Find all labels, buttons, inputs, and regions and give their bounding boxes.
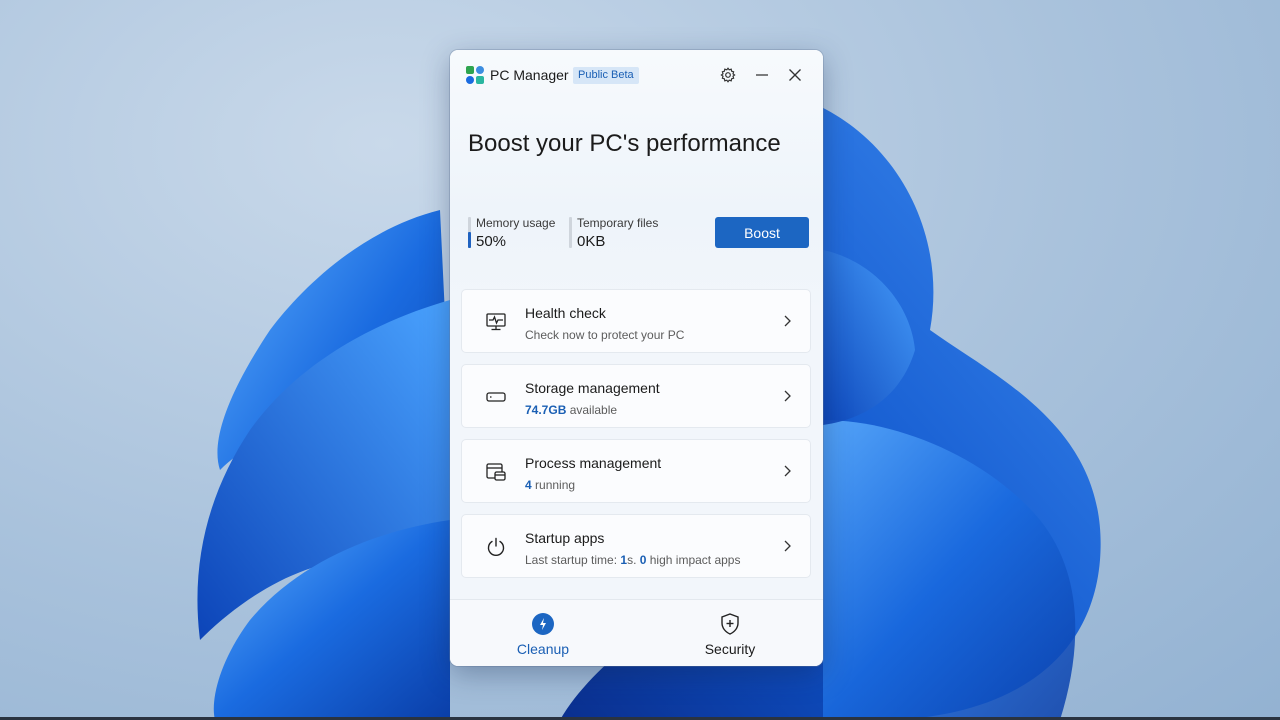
process-running-count: 4 bbox=[525, 478, 532, 492]
process-management-card[interactable]: Process management 4 running bbox=[461, 439, 811, 503]
temporary-files-value: 0KB bbox=[577, 233, 606, 250]
public-beta-badge: Public Beta bbox=[573, 67, 639, 84]
health-check-subtitle: Check now to protect your PC bbox=[525, 328, 685, 342]
minimize-button[interactable] bbox=[750, 63, 774, 87]
lightning-icon bbox=[532, 613, 554, 635]
shield-plus-icon bbox=[721, 613, 739, 635]
monitor-pulse-icon bbox=[486, 313, 506, 331]
page-title: Boost your PC's performance bbox=[468, 130, 781, 157]
nav-cleanup-label: Cleanup bbox=[516, 641, 570, 657]
high-impact-suffix: high impact apps bbox=[646, 553, 741, 567]
nav-cleanup[interactable]: Cleanup bbox=[450, 600, 636, 666]
temporary-files-label: Temporary files bbox=[577, 216, 659, 230]
health-check-title: Health check bbox=[525, 305, 606, 321]
startup-apps-card[interactable]: Startup apps Last startup time: 1s. 0 hi… bbox=[461, 514, 811, 578]
nav-security[interactable]: Security bbox=[637, 600, 823, 666]
memory-usage-value: 50% bbox=[476, 233, 507, 250]
settings-icon bbox=[720, 67, 736, 83]
chevron-right-icon bbox=[784, 390, 791, 402]
process-running-suffix: running bbox=[531, 478, 576, 492]
startup-time-prefix: Last startup time: bbox=[525, 553, 621, 567]
memory-usage-label: Memory usage bbox=[476, 216, 556, 230]
boost-button[interactable]: Boost bbox=[715, 217, 809, 248]
memory-usage-bar-fill bbox=[468, 232, 471, 248]
minimize-icon bbox=[756, 74, 768, 76]
close-button[interactable] bbox=[783, 63, 807, 87]
process-management-subtitle: 4 running bbox=[525, 478, 575, 492]
close-icon bbox=[789, 69, 801, 81]
process-management-title: Process management bbox=[525, 455, 662, 471]
storage-management-title: Storage management bbox=[525, 380, 660, 396]
pc-manager-window: PC Manager Public Beta Boost your PC's p… bbox=[450, 50, 823, 666]
health-check-card[interactable]: Health check Check now to protect your P… bbox=[461, 289, 811, 353]
startup-apps-title: Startup apps bbox=[525, 530, 605, 546]
power-icon bbox=[487, 537, 505, 556]
storage-available-amount: 74.7GB bbox=[525, 403, 567, 417]
storage-management-subtitle: 74.7GB available bbox=[525, 403, 617, 417]
pc-manager-logo-icon bbox=[466, 66, 484, 84]
settings-button[interactable] bbox=[716, 63, 740, 87]
bottom-navigation: Cleanup Security bbox=[450, 599, 823, 666]
startup-apps-subtitle: Last startup time: 1s. 0 high impact app… bbox=[525, 553, 740, 567]
temporary-files-bar bbox=[569, 217, 572, 248]
memory-usage-stat: Memory usage 50% bbox=[468, 216, 556, 250]
nav-security-label: Security bbox=[704, 641, 756, 657]
chevron-right-icon bbox=[784, 540, 791, 552]
chevron-right-icon bbox=[784, 465, 791, 477]
storage-management-card[interactable]: Storage management 74.7GB available bbox=[461, 364, 811, 428]
startup-time-unit: s. bbox=[627, 553, 640, 567]
drive-icon bbox=[486, 392, 506, 402]
process-windows-icon bbox=[486, 463, 506, 481]
temporary-files-stat: Temporary files 0KB bbox=[569, 216, 659, 250]
title-bar[interactable]: PC Manager Public Beta bbox=[450, 50, 823, 100]
app-title: PC Manager bbox=[490, 67, 569, 83]
chevron-right-icon bbox=[784, 315, 791, 327]
storage-available-suffix: available bbox=[566, 403, 618, 417]
memory-usage-bar bbox=[468, 217, 471, 248]
